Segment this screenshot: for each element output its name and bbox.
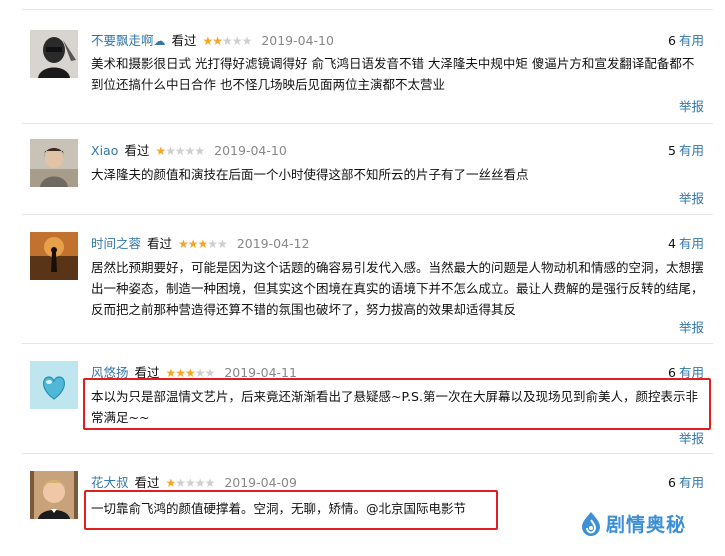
logo-icon <box>582 511 600 536</box>
highlight-box <box>84 490 498 530</box>
star-empty-icon: ★ <box>222 34 233 48</box>
comment-text: 大泽隆夫的颜值和演技在后面一个小时使得这部不知所云的片子有了一丝丝看点 <box>91 167 529 182</box>
star-empty-icon: ★ <box>241 34 253 48</box>
rating-stars: ★★★★★ <box>202 33 253 50</box>
avatar[interactable] <box>30 30 78 78</box>
top-divider <box>22 9 713 10</box>
comment-meta: 时间之蓉 看过 ★★★★★ 2019-04-12 <box>91 235 309 253</box>
star-empty-icon: ★ <box>165 144 176 158</box>
useful-button[interactable]: 有用 <box>679 143 704 158</box>
useful-button[interactable]: 有用 <box>679 475 704 490</box>
comment-date: 2019-04-12 <box>236 236 310 251</box>
useful-button[interactable]: 有用 <box>679 236 704 251</box>
vote-count: 6 <box>668 475 676 490</box>
star-filled-icon: ★ <box>202 34 214 48</box>
star-filled-icon: ★ <box>165 476 177 490</box>
star-empty-icon: ★ <box>185 476 196 490</box>
star-empty-icon: ★ <box>194 476 206 490</box>
comment-text: 居然比预期要好，可能是因为这个话题的确容易引发代入感。当然最大的问题是人物动机和… <box>91 260 704 317</box>
comment-text: 美术和摄影很日式 光打得好滤镜调得好 俞飞鸿日语发音不错 大泽隆夫中规中矩 傻逼… <box>91 56 695 92</box>
divider <box>22 453 713 454</box>
star-filled-icon: ★ <box>197 237 209 251</box>
star-filled-icon: ★ <box>212 34 223 48</box>
avatar[interactable] <box>30 232 78 280</box>
divider <box>22 214 713 215</box>
report-link[interactable]: 举报 <box>679 96 704 115</box>
star-empty-icon: ★ <box>175 476 186 490</box>
watch-status: 看过 <box>124 143 150 158</box>
star-empty-icon: ★ <box>207 237 218 251</box>
divider <box>22 343 713 344</box>
star-empty-icon: ★ <box>204 476 216 490</box>
vote-count: 4 <box>668 236 676 251</box>
username[interactable]: 时间之蓉 <box>91 236 141 251</box>
comment-date: 2019-04-10 <box>261 33 334 48</box>
report-link[interactable]: 举报 <box>679 317 704 336</box>
avatar[interactable] <box>30 471 78 519</box>
username[interactable]: Xiao <box>91 143 118 158</box>
star-filled-icon: ★ <box>155 144 166 158</box>
star-filled-icon: ★ <box>187 237 199 251</box>
report-link[interactable]: 举报 <box>679 428 704 447</box>
comment-meta: Xiao 看过 ★★★★★ 2019-04-10 <box>91 142 287 160</box>
watch-status: 看过 <box>147 236 173 251</box>
watermark-text: 剧情奥秘 <box>606 514 687 536</box>
comment-meta: 不要飘走啊☁ 看过 ★★★★★ 2019-04-10 <box>91 32 334 50</box>
vote-count: 5 <box>668 143 676 158</box>
star-filled-icon: ★ <box>178 237 189 251</box>
useful-button[interactable]: 有用 <box>679 33 704 48</box>
star-empty-icon: ★ <box>194 144 205 158</box>
useful-votes: 4 有用 <box>668 235 704 252</box>
comment-date: 2019-04-10 <box>214 143 287 158</box>
username[interactable]: 花大叔 <box>91 475 129 490</box>
useful-votes: 6 有用 <box>668 474 704 491</box>
vote-count: 6 <box>668 33 676 48</box>
star-empty-icon: ★ <box>174 144 186 158</box>
avatar[interactable] <box>30 361 78 409</box>
report-link[interactable]: 举报 <box>679 188 704 207</box>
watermark-logo: 剧情奥秘 <box>580 510 686 537</box>
rating-stars: ★★★★★ <box>178 236 228 253</box>
username[interactable]: 不要飘走啊 <box>91 33 154 48</box>
comment-date: 2019-04-09 <box>224 475 297 490</box>
star-empty-icon: ★ <box>184 144 196 158</box>
highlight-box <box>83 378 711 430</box>
divider <box>22 123 713 124</box>
rating-stars: ★★★★★ <box>155 143 205 160</box>
cloud-icon: ☁ <box>153 34 166 48</box>
watch-status: 看过 <box>171 33 197 48</box>
avatar[interactable] <box>30 139 78 187</box>
watch-status: 看过 <box>134 475 160 490</box>
useful-votes: 6 有用 <box>668 32 704 49</box>
useful-votes: 5 有用 <box>668 142 704 159</box>
star-empty-icon: ★ <box>231 34 243 48</box>
star-empty-icon: ★ <box>217 237 228 251</box>
